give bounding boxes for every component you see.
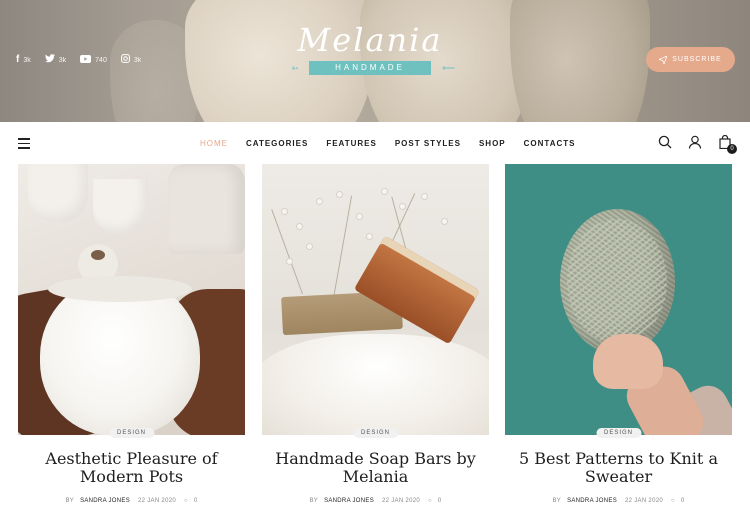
instagram-icon: [120, 54, 130, 66]
main-navigation: HOME CATEGORIES FEATURES POST STYLES SHO…: [0, 122, 750, 164]
post-image-pottery[interactable]: [18, 164, 245, 435]
post-date: 22 JAN 2020: [381, 498, 420, 504]
comment-count[interactable]: 0: [438, 498, 442, 504]
nav-item-shop[interactable]: SHOP: [479, 139, 506, 148]
post-title[interactable]: Handmade Soap Bars by Melania: [262, 450, 489, 486]
twitter-icon: [44, 54, 55, 66]
category-tag[interactable]: DESIGN: [595, 428, 642, 438]
logo-script: Melania: [297, 21, 443, 59]
by-label: BY: [552, 498, 562, 504]
post-title[interactable]: Aesthetic Pleasure of Modern Pots: [18, 450, 245, 486]
post-image-soap[interactable]: [262, 164, 489, 435]
nav-item-features[interactable]: FEATURES: [326, 139, 377, 148]
logo-subtitle: HANDMADE: [335, 63, 405, 72]
post-date: 22 JAN 2020: [137, 498, 176, 504]
by-label: BY: [309, 498, 319, 504]
post-meta: BY SANDRA JONES 22 JAN 2020 ○ 0: [18, 498, 245, 504]
post-author[interactable]: SANDRA JONES: [324, 498, 374, 504]
nav-actions: 0: [658, 134, 737, 154]
post-date: 22 JAN 2020: [624, 498, 663, 504]
comment-icon: ○: [427, 498, 432, 504]
comment-icon: ○: [183, 498, 188, 504]
category-tag[interactable]: DESIGN: [352, 428, 399, 438]
logo-ribbon: ➳ HANDMADE ⟵: [285, 60, 455, 76]
cart-count-badge: 0: [727, 144, 737, 154]
nav-item-post-styles[interactable]: POST STYLES: [395, 139, 461, 148]
nav-item-contacts[interactable]: CONTACTS: [524, 139, 576, 148]
arrow-left-icon: ➳: [291, 63, 299, 73]
search-icon[interactable]: [658, 135, 672, 149]
shopping-bag-icon[interactable]: 0: [718, 134, 737, 154]
subscribe-button[interactable]: SUBSCRIBE: [646, 47, 735, 72]
social-count: 3k: [58, 56, 67, 64]
site-logo[interactable]: Melania ➳ HANDMADE ⟵: [260, 22, 480, 76]
comment-count[interactable]: 0: [681, 498, 685, 504]
social-links: f 3k 3k 740 3k: [16, 54, 141, 66]
facebook-icon: f: [16, 54, 20, 65]
category-tag[interactable]: DESIGN: [108, 428, 155, 438]
post-meta: BY SANDRA JONES 22 JAN 2020 ○ 0: [505, 498, 732, 504]
vase-image: [510, 0, 650, 122]
post-card: DESIGN 5 Best Patterns to Knit a Sweater…: [505, 164, 732, 504]
post-author[interactable]: SANDRA JONES: [80, 498, 130, 504]
post-author[interactable]: SANDRA JONES: [567, 498, 617, 504]
post-card: DESIGN Handmade Soap Bars by Melania BY S…: [262, 164, 489, 504]
social-count: 740: [95, 56, 107, 64]
subscribe-label: SUBSCRIBE: [672, 56, 722, 63]
youtube-icon: [80, 54, 92, 66]
post-card: DESIGN Aesthetic Pleasure of Modern Pots…: [18, 164, 245, 504]
hero-banner: f 3k 3k 740 3k Melania ➳ HANDMADE ⟵ SUBS…: [0, 0, 750, 122]
comment-count[interactable]: 0: [194, 498, 198, 504]
social-count: 3k: [133, 56, 142, 64]
social-youtube[interactable]: 740: [80, 54, 107, 66]
social-twitter[interactable]: 3k: [44, 54, 67, 66]
nav-item-home[interactable]: HOME: [200, 139, 228, 148]
comment-icon: ○: [670, 498, 675, 504]
post-meta: BY SANDRA JONES 22 JAN 2020 ○ 0: [262, 498, 489, 504]
social-instagram[interactable]: 3k: [120, 54, 142, 66]
post-image-yarn[interactable]: [505, 164, 732, 435]
social-facebook[interactable]: f 3k: [16, 55, 31, 65]
hamburger-menu-icon[interactable]: [18, 138, 30, 149]
post-title[interactable]: 5 Best Patterns to Knit a Sweater: [505, 450, 732, 486]
paper-plane-icon: [659, 55, 668, 64]
social-count: 3k: [23, 56, 31, 64]
arrow-right-icon: ⟵: [442, 63, 455, 73]
nav-item-categories[interactable]: CATEGORIES: [246, 139, 308, 148]
nav-links: HOME CATEGORIES FEATURES POST STYLES SHO…: [200, 122, 576, 164]
by-label: BY: [65, 498, 75, 504]
user-icon[interactable]: [688, 135, 702, 149]
